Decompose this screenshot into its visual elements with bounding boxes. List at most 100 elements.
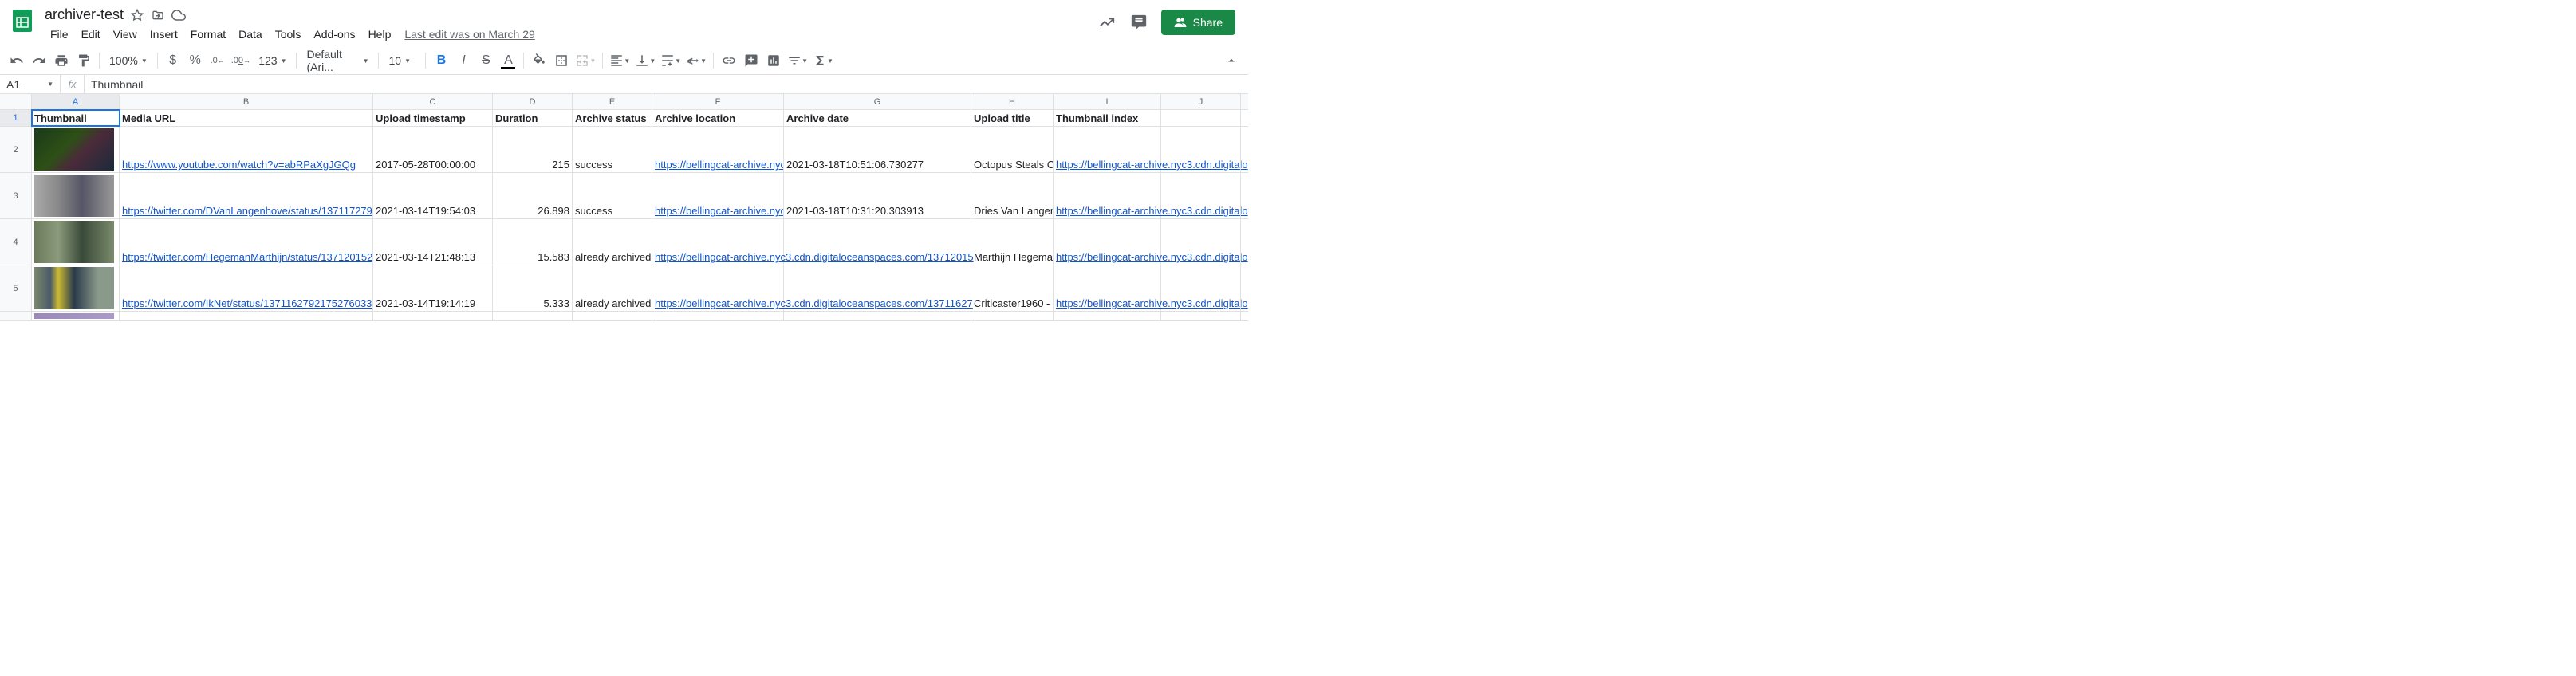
format-currency[interactable]: $	[163, 50, 183, 71]
insert-comment-icon[interactable]	[741, 50, 762, 71]
cell-A6[interactable]	[32, 312, 120, 320]
row-header-3[interactable]: 3	[0, 173, 32, 218]
functions-icon[interactable]: ▼	[811, 50, 835, 71]
cell-A1[interactable]: Thumbnail	[32, 110, 120, 126]
format-percent[interactable]: %	[185, 50, 206, 71]
undo-icon[interactable]	[6, 50, 27, 71]
name-box[interactable]: A1▼	[0, 75, 61, 93]
col-header-E[interactable]: E	[573, 94, 652, 109]
media-url-link[interactable]: https://twitter.com/HegemanMarthijn/stat…	[122, 251, 372, 263]
cell-D5[interactable]: 5.333	[493, 265, 573, 311]
col-header-C[interactable]: C	[373, 94, 493, 109]
cell-F5[interactable]: https://bellingcat-archive.nyc3.cdn.digi…	[652, 265, 784, 311]
row-header-5[interactable]: 5	[0, 265, 32, 311]
cell-G3[interactable]: 2021-03-18T10:31:20.303913	[784, 173, 971, 218]
col-header-F[interactable]: F	[652, 94, 784, 109]
cell-J5[interactable]	[1161, 265, 1241, 311]
cell-J1[interactable]	[1161, 110, 1241, 126]
filter-icon[interactable]: ▼	[786, 50, 809, 71]
cell-I5[interactable]: https://bellingcat-archive.nyc3.cdn.digi…	[1054, 265, 1161, 311]
col-header-G[interactable]: G	[784, 94, 971, 109]
cell-H5[interactable]: Criticaster1960 -	[971, 265, 1054, 311]
cell-B6[interactable]	[120, 312, 373, 320]
cell-D4[interactable]: 15.583	[493, 219, 573, 265]
collapse-toolbar-icon[interactable]	[1221, 50, 1242, 71]
archive-location-link[interactable]: https://bellingcat-archive.nyc	[655, 205, 784, 217]
cell-F4[interactable]: https://bellingcat-archive.nyc3.cdn.digi…	[652, 219, 784, 265]
cell-G6[interactable]	[784, 312, 971, 320]
redo-icon[interactable]	[29, 50, 49, 71]
cell-B5[interactable]: https://twitter.com/IkNet/status/1371162…	[120, 265, 373, 311]
strikethrough-button[interactable]: S	[475, 50, 496, 71]
menu-help[interactable]: Help	[363, 25, 397, 44]
cell-E3[interactable]: success	[573, 173, 652, 218]
text-rotate-icon[interactable]: ▼	[684, 50, 708, 71]
cell-H4[interactable]: Marthijn Hegema	[971, 219, 1054, 265]
menu-addons[interactable]: Add-ons	[308, 25, 360, 44]
comments-icon[interactable]	[1129, 13, 1148, 32]
cell-F1[interactable]: Archive location	[652, 110, 784, 126]
activity-icon[interactable]	[1097, 13, 1117, 32]
cell-B3[interactable]: https://twitter.com/DVanLangenhove/statu…	[120, 173, 373, 218]
media-url-link[interactable]: https://twitter.com/DVanLangenhove/statu…	[122, 205, 372, 217]
bold-button[interactable]: B	[431, 50, 451, 71]
cell-A3[interactable]	[32, 173, 120, 218]
last-edit[interactable]: Last edit was on March 29	[398, 25, 541, 44]
cell-E6[interactable]	[573, 312, 652, 320]
fill-color-icon[interactable]	[529, 50, 549, 71]
archive-location-link[interactable]: https://bellingcat-archive.nyc	[655, 159, 784, 171]
menu-data[interactable]: Data	[233, 25, 268, 44]
zoom-select[interactable]: 100%▼	[104, 50, 152, 71]
media-url-link[interactable]: https://twitter.com/IkNet/status/1371162…	[122, 297, 372, 309]
row-header-1[interactable]: 1	[0, 110, 32, 126]
cell-B2[interactable]: https://www.youtube.com/watch?v=abRPaXgJ…	[120, 127, 373, 172]
insert-chart-icon[interactable]	[763, 50, 784, 71]
sheets-logo[interactable]	[6, 5, 38, 37]
increase-decimal[interactable]: .00→	[230, 50, 252, 71]
cell-C1[interactable]: Upload timestamp	[373, 110, 493, 126]
share-button[interactable]: Share	[1161, 10, 1235, 35]
more-formats[interactable]: 123▼	[254, 50, 291, 71]
cloud-status-icon[interactable]	[171, 8, 186, 22]
cell-J3[interactable]	[1161, 173, 1241, 218]
cell-G4[interactable]	[784, 219, 971, 265]
cell-J4[interactable]	[1161, 219, 1241, 265]
cell-H3[interactable]: Dries Van Langer	[971, 173, 1054, 218]
cell-C4[interactable]: 2021-03-14T21:48:13	[373, 219, 493, 265]
cell-A5[interactable]	[32, 265, 120, 311]
cell-D2[interactable]: 215	[493, 127, 573, 172]
h-align-icon[interactable]: ▼	[608, 50, 632, 71]
cell-C5[interactable]: 2021-03-14T19:14:19	[373, 265, 493, 311]
insert-link-icon[interactable]	[719, 50, 739, 71]
select-all-corner[interactable]	[0, 94, 32, 109]
text-wrap-icon[interactable]: ▼	[659, 50, 683, 71]
cell-F2[interactable]: https://bellingcat-archive.nyc	[652, 127, 784, 172]
formula-input[interactable]: Thumbnail	[85, 78, 1248, 91]
menu-tools[interactable]: Tools	[270, 25, 307, 44]
cell-F3[interactable]: https://bellingcat-archive.nyc	[652, 173, 784, 218]
menu-format[interactable]: Format	[185, 25, 231, 44]
col-header-D[interactable]: D	[493, 94, 573, 109]
cell-E1[interactable]: Archive status	[573, 110, 652, 126]
cell-C6[interactable]	[373, 312, 493, 320]
cell-G1[interactable]: Archive date	[784, 110, 971, 126]
print-icon[interactable]	[51, 50, 72, 71]
cell-C2[interactable]: 2017-05-28T00:00:00	[373, 127, 493, 172]
cell-E2[interactable]: success	[573, 127, 652, 172]
text-color-button[interactable]: A	[498, 50, 518, 71]
cell-H2[interactable]: Octopus Steals C	[971, 127, 1054, 172]
italic-button[interactable]: I	[453, 50, 474, 71]
col-header-I[interactable]: I	[1054, 94, 1161, 109]
col-header-B[interactable]: B	[120, 94, 373, 109]
menu-insert[interactable]: Insert	[144, 25, 183, 44]
star-icon[interactable]	[130, 8, 144, 22]
cell-D6[interactable]	[493, 312, 573, 320]
cell-E5[interactable]: already archived	[573, 265, 652, 311]
row-header-6[interactable]	[0, 312, 32, 320]
cell-I1[interactable]: Thumbnail index	[1054, 110, 1161, 126]
cell-B1[interactable]: Media URL	[120, 110, 373, 126]
cell-F6[interactable]	[652, 312, 784, 320]
decrease-decimal[interactable]: .0←	[207, 50, 228, 71]
borders-icon[interactable]	[551, 50, 572, 71]
cell-A2[interactable]	[32, 127, 120, 172]
